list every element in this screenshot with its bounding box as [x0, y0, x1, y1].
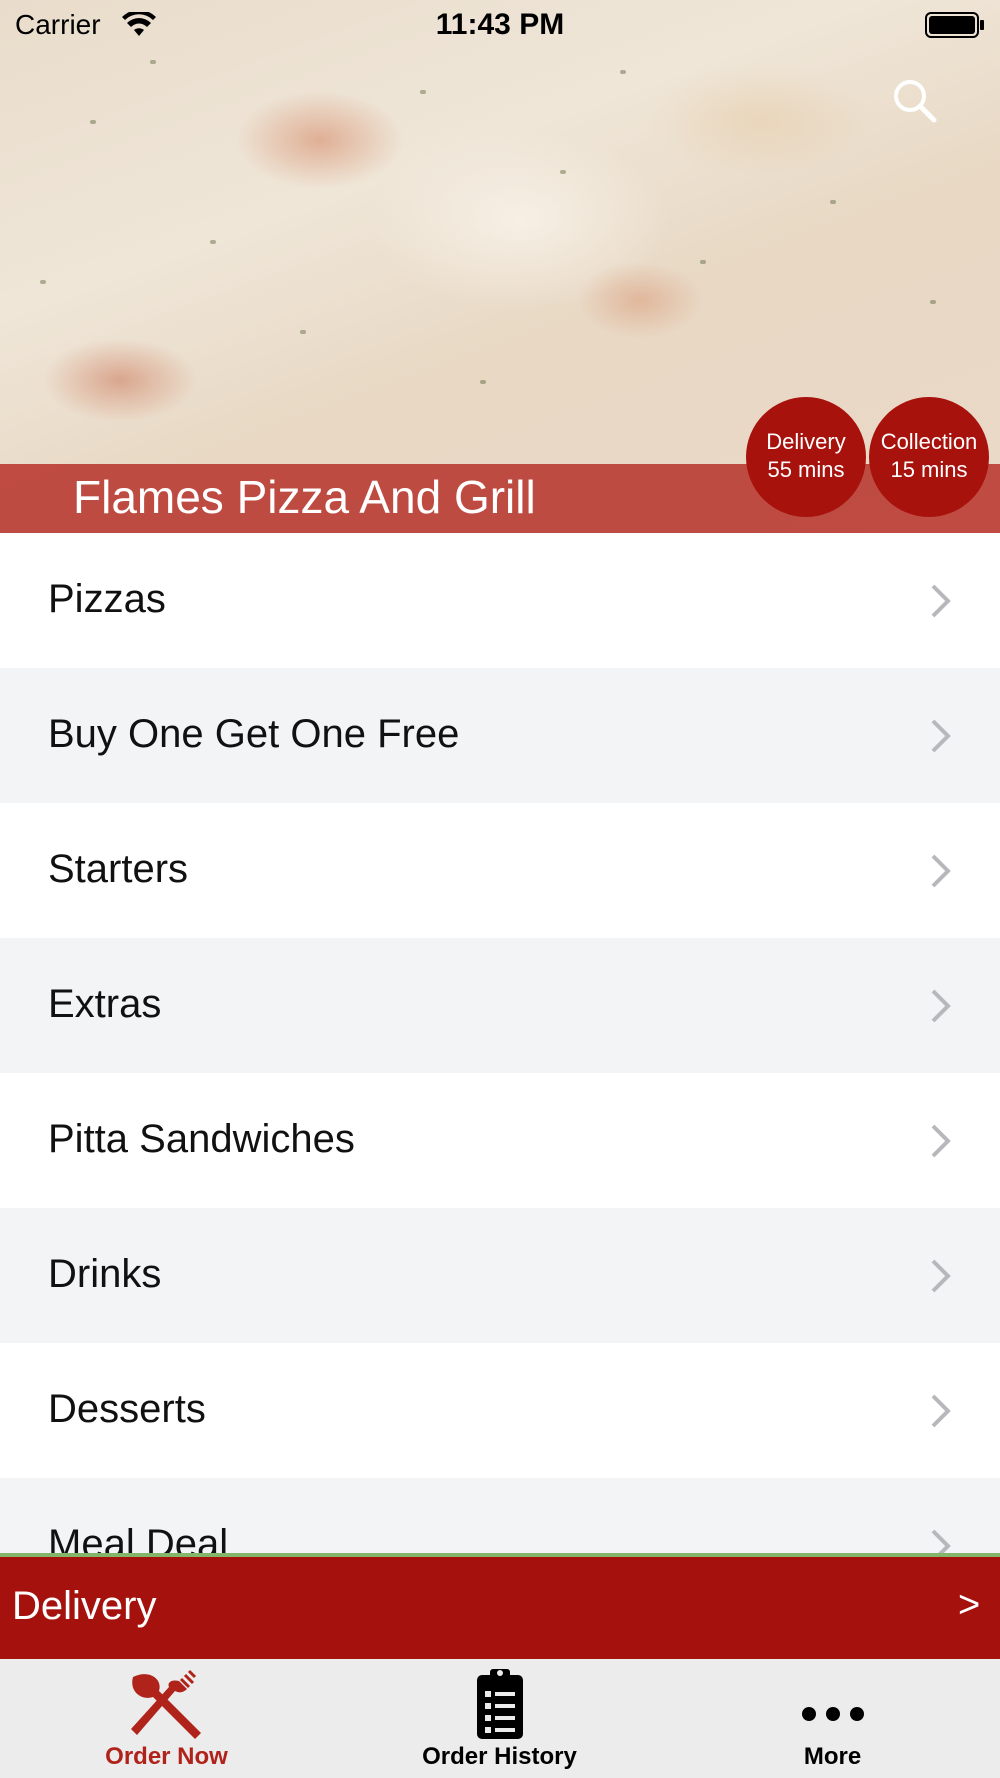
- menu-item-label: Meal Deal: [48, 1522, 229, 1555]
- tab-order-now[interactable]: Order Now: [0, 1659, 333, 1778]
- chevron-right-icon: [931, 584, 951, 618]
- menu-item-label: Pitta Sandwiches: [48, 1117, 355, 1161]
- delivery-order-button[interactable]: Delivery >: [0, 1557, 1000, 1659]
- menu-item-label: Pizzas: [48, 577, 166, 621]
- status-time: 11:43 PM: [435, 8, 565, 41]
- menu-item-extras[interactable]: Extras: [0, 938, 1000, 1073]
- menu-item-starters[interactable]: Starters: [0, 803, 1000, 938]
- delivery-badge-time: 55 mins: [767, 457, 845, 482]
- menu-item-label: Extras: [48, 982, 162, 1026]
- tab-more[interactable]: More: [666, 1659, 999, 1778]
- menu-item-desserts[interactable]: Desserts: [0, 1343, 1000, 1478]
- battery-icon: [925, 12, 984, 38]
- tab-label: Order History: [422, 1743, 577, 1770]
- arrow-right-icon: >: [958, 1584, 981, 1626]
- search-icon[interactable]: [890, 76, 940, 126]
- collection-badge-time: 15 mins: [890, 457, 968, 482]
- chevron-right-icon: [931, 1394, 951, 1428]
- tab-order-history[interactable]: Order History: [333, 1659, 666, 1778]
- chevron-right-icon: [931, 1529, 951, 1555]
- status-bar: Carrier 11:43 PM: [0, 0, 1000, 50]
- tab-label: More: [803, 1743, 862, 1770]
- chevron-right-icon: [931, 854, 951, 888]
- chevron-right-icon: [931, 989, 951, 1023]
- collection-badge-label: Collection: [880, 429, 978, 454]
- more-dots-icon: [801, 1707, 864, 1721]
- menu-item-label: Buy One Get One Free: [48, 712, 460, 756]
- menu-category-list: Pizzas Buy One Get One Free Starters Ext…: [0, 533, 1000, 1555]
- restaurant-name: Flames Pizza And Grill: [73, 471, 536, 523]
- tab-bar: Order Now Order History More: [0, 1659, 1000, 1778]
- delivery-time-badge: Delivery 55 mins: [746, 397, 866, 517]
- menu-item-label: Drinks: [48, 1252, 162, 1296]
- delivery-order-label: Delivery: [12, 1584, 157, 1628]
- delivery-badge-label: Delivery: [766, 429, 846, 454]
- chevron-right-icon: [931, 1124, 951, 1158]
- menu-item-meal-deal[interactable]: Meal Deal: [0, 1478, 1000, 1555]
- menu-item-pizzas[interactable]: Pizzas: [0, 533, 1000, 668]
- tab-label: Order Now: [105, 1743, 228, 1770]
- chevron-right-icon: [931, 1259, 951, 1293]
- menu-item-pitta-sandwiches[interactable]: Pitta Sandwiches: [0, 1073, 1000, 1208]
- clipboard-icon: [476, 1669, 523, 1739]
- menu-item-label: Starters: [48, 847, 189, 891]
- chevron-right-icon: [931, 719, 951, 753]
- menu-item-label: Desserts: [48, 1387, 206, 1431]
- fork-knife-icon: [130, 1669, 201, 1739]
- menu-item-drinks[interactable]: Drinks: [0, 1208, 1000, 1343]
- menu-item-buy-one-get-one-free[interactable]: Buy One Get One Free: [0, 668, 1000, 803]
- collection-time-badge: Collection 15 mins: [869, 397, 989, 517]
